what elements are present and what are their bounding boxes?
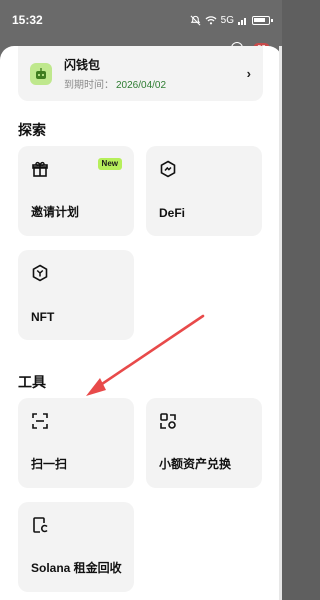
tile-label: 扫一扫 bbox=[31, 457, 68, 471]
recycle-icon bbox=[33, 517, 48, 533]
new-badge: New bbox=[97, 158, 122, 170]
tile-scan[interactable]: 扫一扫 bbox=[18, 398, 134, 488]
wallet-expire: 到期时间： 2026/04/02 bbox=[64, 76, 166, 91]
tile-solana-rent[interactable]: Solana 租金回收 bbox=[18, 502, 134, 592]
tile-label: 小额资产兑换 bbox=[159, 457, 232, 471]
tile-exchange[interactable]: 小额资产兑换 bbox=[146, 398, 262, 488]
signal-icon bbox=[238, 17, 246, 25]
expire-label: 到期时间： bbox=[64, 80, 114, 91]
robot-icon bbox=[30, 62, 52, 85]
right-edge bbox=[279, 46, 282, 600]
wallet-name: 闪钱包 bbox=[64, 58, 101, 72]
section-title-explore: 探索 bbox=[18, 122, 46, 138]
wallet-card[interactable]: 闪钱包 到期时间： 2026/04/02 › bbox=[18, 46, 263, 101]
status-time: 15:32 bbox=[12, 13, 43, 27]
tile-label: Solana 租金回收 bbox=[31, 561, 122, 575]
status-bar: 15:32 5G bbox=[0, 0, 282, 40]
tile-invite[interactable]: New 邀请计划 bbox=[18, 146, 134, 236]
defi-hexagon-icon bbox=[160, 160, 176, 178]
expire-date: 2026/04/02 bbox=[116, 80, 167, 91]
tile-label: DeFi bbox=[159, 206, 186, 220]
section-title-tools: 工具 bbox=[18, 374, 46, 390]
mute-icon bbox=[190, 15, 201, 25]
wifi-icon bbox=[205, 16, 217, 25]
tile-label: 邀请计划 bbox=[31, 205, 80, 219]
status-icons: 5G bbox=[190, 14, 273, 26]
wallet-info: 闪钱包 到期时间： 2026/04/02 bbox=[64, 56, 166, 91]
network-label: 5G bbox=[220, 14, 234, 26]
nft-hexagon-icon bbox=[32, 264, 48, 282]
battery-icon bbox=[252, 15, 273, 25]
exchange-icon bbox=[160, 413, 176, 429]
screen: 15:32 5G ••• 99 闪钱包 到期时间：2026/04/02 › 探索 bbox=[0, 0, 282, 600]
chevron-right-icon: › bbox=[246, 66, 251, 81]
scan-icon bbox=[32, 413, 48, 429]
tile-defi[interactable]: DeFi bbox=[146, 146, 262, 236]
gift-icon bbox=[32, 161, 48, 177]
tile-nft[interactable]: NFT bbox=[18, 250, 134, 340]
tile-label: NFT bbox=[31, 310, 55, 324]
